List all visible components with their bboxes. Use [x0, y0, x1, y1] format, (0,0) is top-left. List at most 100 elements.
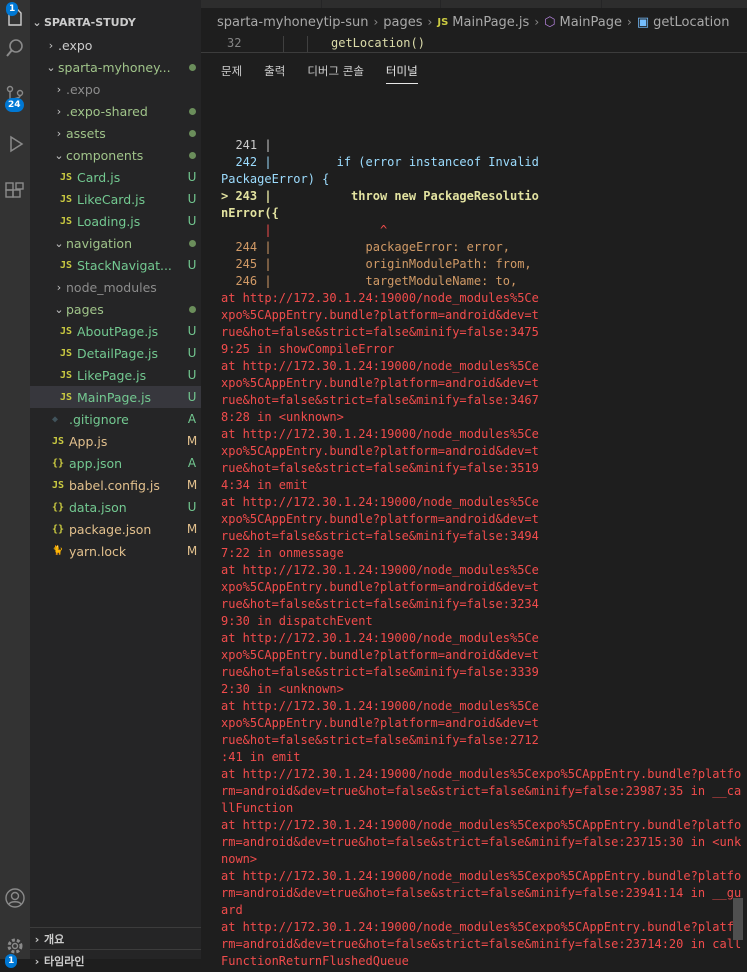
terminal-line: nError({ — [221, 206, 279, 220]
tree-file[interactable]: JS MainPage.js U — [30, 386, 201, 408]
tree-file[interactable]: JS Loading.js U — [30, 210, 201, 232]
tab-problems[interactable]: 문제 — [221, 59, 242, 83]
tree-file[interactable]: {} package.json M — [30, 518, 201, 540]
chevron-right-icon: › — [627, 15, 632, 29]
editor-area: sparta-myhoneytip-sun › pages › JS MainP… — [201, 0, 747, 968]
status-dot-icon — [188, 240, 196, 247]
tree-item-label: babel.config.js — [69, 477, 160, 493]
terminal-line: xpo%5CAppEntry.bundle?platform=android&d… — [221, 376, 539, 390]
terminal-line: rue&hot=false&strict=false&minify=false:… — [221, 325, 539, 339]
extensions-icon[interactable] — [0, 174, 30, 210]
js-file-icon: JS — [60, 391, 73, 403]
terminal-line: 9:25 in showCompileError — [221, 342, 395, 356]
tree-folder[interactable]: ⌄ sparta-myhoney... — [30, 56, 201, 78]
git-status-badge: U — [187, 258, 197, 272]
terminal-line: nown> — [221, 852, 258, 866]
run-debug-icon[interactable] — [0, 126, 30, 162]
git-status-badge: M — [186, 478, 198, 492]
git-status-badge: M — [186, 434, 198, 448]
indent-guide — [307, 36, 308, 52]
chevron-right-icon: › — [56, 82, 62, 96]
tree-file[interactable]: JS LikeCard.js U — [30, 188, 201, 210]
git-status-dot — [183, 104, 201, 118]
terminal-line: at http://172.30.1.24:19000/node_modules… — [221, 869, 741, 883]
tree-folder[interactable]: ⌄ pages — [30, 298, 201, 320]
editor-tab[interactable] — [441, 0, 602, 8]
tree-file[interactable]: JS Card.js U — [30, 166, 201, 188]
json-file-icon: {} — [52, 523, 65, 535]
terminal-line: xpo%5CAppEntry.bundle?platform=android&d… — [221, 580, 539, 594]
tree-folder[interactable]: ⌄ components — [30, 144, 201, 166]
code-line[interactable]: 32 getLocation() — [201, 36, 747, 52]
terminal-line: 242 | if (error instanceof Invalid — [221, 155, 539, 169]
tree-file[interactable]: JS DetailPage.js U — [30, 342, 201, 364]
tree-file[interactable]: {} app.json A — [30, 452, 201, 474]
terminal-output[interactable]: 241 | 242 | if (error instanceof Invalid… — [221, 120, 741, 970]
editor-tab[interactable] — [602, 0, 747, 8]
tree-item-label: navigation — [66, 235, 132, 251]
chevron-right-icon: › — [56, 280, 62, 294]
terminal-line: 241 | — [221, 138, 272, 152]
tree-item-label: assets — [66, 125, 106, 141]
tab-output[interactable]: 출력 — [264, 59, 285, 83]
breadcrumb-file[interactable]: MainPage.js — [452, 15, 529, 30]
tree-file[interactable]: 🐈 yarn.lock M — [30, 540, 201, 562]
terminal-line: at http://172.30.1.24:19000/node_modules… — [221, 631, 539, 645]
breadcrumb-symbol[interactable]: MainPage — [560, 15, 623, 30]
breadcrumb-folder[interactable]: sparta-myhoneytip-sun — [217, 15, 368, 30]
tab-debug-console[interactable]: 디버그 콘솔 — [307, 59, 364, 83]
account-icon[interactable] — [0, 880, 30, 916]
tab-terminal[interactable]: 터미널 — [385, 59, 418, 84]
tree-item-label: StackNavigat... — [77, 257, 172, 273]
terminal-line: rm=android&dev=true&hot=false&strict=fal… — [221, 835, 741, 849]
git-status-dot — [183, 126, 201, 140]
tree-item-label: LikePage.js — [77, 367, 147, 383]
tree-item-label: yarn.lock — [69, 543, 127, 559]
terminal-line: 8:28 in <unknown> — [221, 410, 344, 424]
terminal-line: 2:30 in <unknown> — [221, 682, 344, 696]
tree-file[interactable]: {} data.json U — [30, 496, 201, 518]
tree-folder[interactable]: › .expo-shared — [30, 100, 201, 122]
breadcrumb: sparta-myhoneytip-sun › pages › JS MainP… — [201, 8, 747, 36]
activity-bar: 1 24 1 — [0, 0, 30, 968]
scm-badge: 24 — [5, 98, 24, 112]
tree-file[interactable]: JS LikePage.js U — [30, 364, 201, 386]
editor-tab[interactable] — [322, 0, 441, 8]
git-status-badge: U — [187, 324, 197, 338]
breadcrumb-symbol[interactable]: getLocation — [653, 15, 729, 30]
tree-item-label: Loading.js — [77, 213, 141, 229]
js-file-icon: JS — [60, 347, 73, 359]
tree-file[interactable]: JS babel.config.js M — [30, 474, 201, 496]
tree-file[interactable]: JS App.js M — [30, 430, 201, 452]
terminal-line: 245 | originModulePath: from, — [221, 257, 532, 271]
terminal-scrollbar[interactable] — [733, 898, 743, 940]
tree-item-label: .expo — [66, 81, 101, 97]
tree-file[interactable]: ◆ .gitignore A — [30, 408, 201, 430]
terminal-line: rm=android&dev=true&hot=false&strict=fal… — [221, 784, 741, 798]
workspace-header[interactable]: ⌄ SPARTA-STUDY — [30, 11, 201, 33]
line-number: 32 — [227, 36, 242, 50]
outline-label: 개요 — [44, 933, 65, 946]
js-file-icon: JS — [60, 215, 73, 227]
terminal-line: at http://172.30.1.24:19000/node_modules… — [221, 291, 539, 305]
tree-file[interactable]: JS StackNavigat... U — [30, 254, 201, 276]
tree-folder[interactable]: › .expo — [30, 34, 201, 56]
tree-item-label: app.json — [69, 455, 123, 471]
source-control-icon[interactable]: 24 — [0, 78, 30, 114]
tree-folder[interactable]: › assets — [30, 122, 201, 144]
tree-item-label: LikeCard.js — [77, 191, 146, 207]
tree-file[interactable]: JS AboutPage.js U — [30, 320, 201, 342]
terminal-line: > 243 | throw new PackageResolutio — [221, 189, 539, 203]
terminal-line: at http://172.30.1.24:19000/node_modules… — [221, 767, 741, 781]
tree-folder[interactable]: › .expo — [30, 78, 201, 100]
chevron-right-icon: › — [373, 15, 379, 29]
tree-folder[interactable]: ⌄ navigation — [30, 232, 201, 254]
breadcrumb-folder[interactable]: pages — [383, 15, 422, 30]
editor-tab[interactable] — [201, 0, 322, 8]
outline-section[interactable]: › 개요 — [30, 927, 201, 950]
timeline-section[interactable]: › 타임라인 — [30, 949, 201, 972]
search-icon[interactable] — [0, 30, 30, 66]
tree-folder[interactable]: › node_modules — [30, 276, 201, 298]
git-status-dot — [183, 60, 201, 74]
